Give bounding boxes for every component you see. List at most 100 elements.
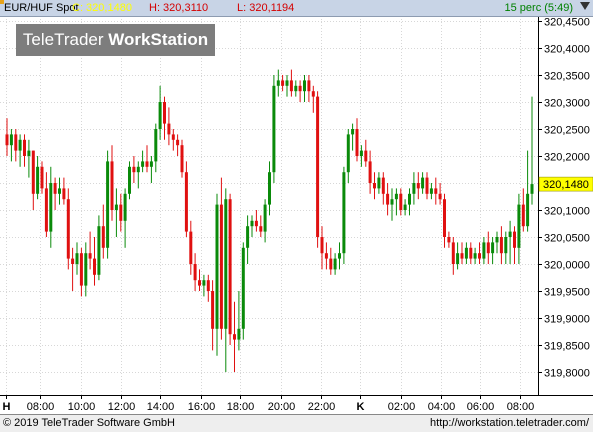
candle-body bbox=[171, 134, 175, 140]
candle-down bbox=[316, 91, 320, 248]
candle-body bbox=[342, 172, 346, 254]
scroll-arrow-icon[interactable] bbox=[580, 2, 590, 10]
candle-body bbox=[202, 280, 206, 286]
candle-body bbox=[425, 177, 429, 194]
price-chart[interactable]: 320,4500 320,4000 320,3500 320,3000 320,2500… bbox=[0, 0, 593, 431]
candle-body bbox=[176, 139, 180, 146]
symbol-label: EUR/HUF Spot bbox=[4, 2, 79, 14]
candle-body bbox=[53, 183, 57, 194]
candle-body bbox=[289, 80, 293, 92]
candle-body bbox=[224, 199, 228, 329]
candle-body bbox=[486, 242, 490, 254]
candle-body bbox=[482, 242, 486, 259]
y-axis: 320,4500 320,4000 320,3500 320,3000 320,2500… bbox=[538, 17, 590, 380]
candle-body bbox=[66, 199, 70, 259]
candle-body bbox=[114, 204, 118, 210]
candle-body bbox=[294, 85, 298, 92]
candle-body bbox=[447, 237, 451, 243]
candle-body bbox=[464, 247, 468, 259]
y-tick-label: 320,0000 bbox=[544, 260, 590, 272]
x-tick-label: 14:00 bbox=[147, 401, 175, 413]
candle-body bbox=[141, 161, 145, 167]
candle-body bbox=[416, 183, 420, 189]
candle-body bbox=[469, 247, 473, 259]
candle-body bbox=[14, 134, 18, 151]
candle-body bbox=[408, 193, 411, 205]
logo-text-1: TeleTrader bbox=[22, 30, 104, 49]
candle-body bbox=[303, 80, 306, 92]
x-tick-label: 12:00 bbox=[108, 401, 136, 413]
x-tick-label: 22:00 bbox=[308, 401, 336, 413]
candle-body bbox=[184, 172, 188, 232]
candle-down bbox=[184, 161, 188, 237]
candle-body bbox=[491, 242, 495, 254]
high-price-label: H: 320,3110 bbox=[149, 2, 209, 14]
teletrader-logo: TeleTrader WorkStation bbox=[16, 24, 215, 56]
y-tick-label: 319,8000 bbox=[544, 368, 590, 380]
x-axis: H 08:00 10:00 12:00 14:00 16:00 18:00 20:00 22:0… bbox=[3, 395, 534, 413]
candle-body bbox=[285, 80, 289, 86]
candle-body bbox=[18, 139, 22, 151]
y-tick-label: 320,2000 bbox=[544, 152, 590, 164]
y-tick-label: 320,4500 bbox=[544, 17, 590, 29]
candle-body bbox=[320, 237, 324, 254]
candle-body bbox=[504, 237, 508, 254]
candle-down bbox=[66, 188, 70, 270]
website-link[interactable]: http://workstation.teletrader.com/ bbox=[430, 417, 589, 429]
candle-down bbox=[228, 193, 232, 345]
candle-body bbox=[71, 258, 75, 264]
candle-body bbox=[23, 139, 26, 156]
candle-body bbox=[49, 183, 53, 232]
y-tick-label: 319,8500 bbox=[544, 341, 590, 353]
candle-body bbox=[97, 226, 101, 275]
candle-body bbox=[421, 177, 425, 189]
candle-body bbox=[106, 161, 110, 248]
y-tick-label: 320,4000 bbox=[544, 44, 590, 56]
candle-body bbox=[517, 204, 521, 248]
candle-body bbox=[513, 231, 516, 248]
candle-body bbox=[75, 253, 79, 264]
candle-body bbox=[259, 226, 263, 232]
footer-bar: © 2019 TeleTrader Software GmbH http://w… bbox=[0, 414, 593, 432]
candle-body bbox=[206, 280, 210, 291]
candle-body bbox=[473, 253, 477, 259]
candle-up bbox=[106, 150, 110, 259]
candle-body bbox=[84, 253, 88, 286]
candle-body bbox=[429, 188, 433, 194]
candle-body bbox=[403, 204, 407, 210]
candle-down bbox=[180, 139, 184, 178]
candle-body bbox=[373, 183, 376, 189]
candle-body bbox=[456, 253, 460, 264]
candle-body bbox=[351, 129, 355, 135]
candle-body bbox=[233, 334, 236, 340]
candle-body bbox=[128, 166, 131, 194]
candle-body bbox=[189, 231, 193, 264]
candle-body bbox=[364, 150, 368, 162]
y-tick-label: 319,9000 bbox=[544, 314, 590, 326]
candle-body bbox=[211, 291, 215, 329]
candle-body bbox=[316, 96, 320, 237]
candle-body bbox=[62, 188, 66, 200]
x-tick-label: 08:00 bbox=[27, 401, 55, 413]
candle-body bbox=[346, 134, 350, 173]
x-tick-label: 04:00 bbox=[428, 401, 456, 413]
candle-body bbox=[311, 91, 315, 97]
candle-body bbox=[521, 204, 525, 227]
candle-body bbox=[281, 80, 285, 86]
candle-body bbox=[263, 204, 267, 232]
y-tick-label: 320,3000 bbox=[544, 98, 590, 110]
candle-body bbox=[272, 85, 276, 173]
candle-body bbox=[394, 193, 398, 200]
candle-body bbox=[499, 237, 503, 254]
candle-body bbox=[198, 280, 201, 286]
candle-body bbox=[36, 166, 40, 194]
candle-body bbox=[193, 264, 197, 281]
candle-body bbox=[268, 172, 271, 205]
chart-window: 320,4500 320,4000 320,3500 320,3000 320,2500… bbox=[0, 0, 593, 432]
candle-body bbox=[31, 150, 35, 194]
candle-body bbox=[276, 80, 280, 86]
candle-body bbox=[163, 102, 166, 124]
candle-body bbox=[145, 161, 149, 167]
candle-body bbox=[508, 231, 512, 237]
candle-body bbox=[9, 134, 13, 146]
